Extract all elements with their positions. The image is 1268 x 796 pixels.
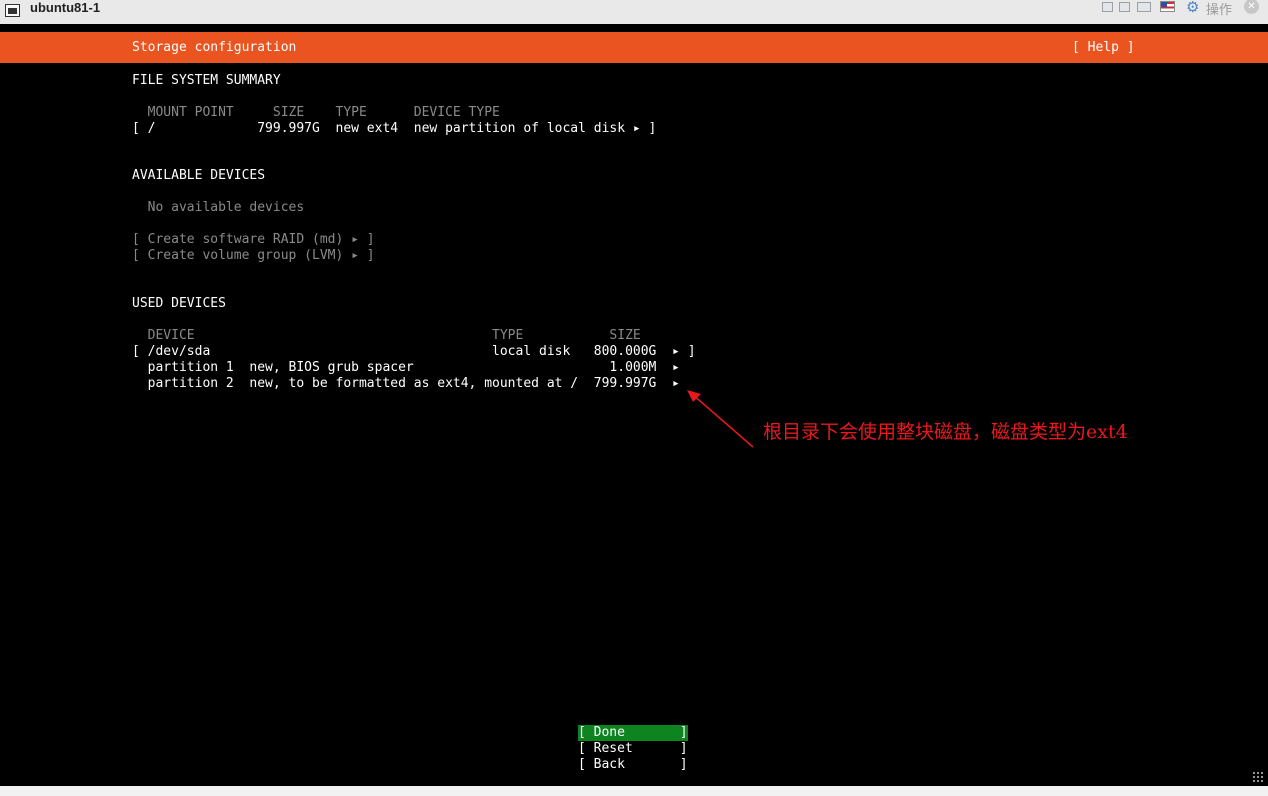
restore-icon[interactable] <box>1119 2 1130 12</box>
reset-button[interactable]: [ Reset ] <box>578 741 688 757</box>
create-lvm-button[interactable]: [ Create volume group (LVM) ▸ ] <box>132 248 375 264</box>
window-title: ubuntu81-1 <box>30 0 101 15</box>
maximize-icon[interactable] <box>1137 2 1151 12</box>
header-bar: Storage configuration [ Help ] <box>0 32 1268 63</box>
action-menu[interactable]: 操作 <box>1206 0 1232 18</box>
close-icon[interactable]: ✕ <box>1244 0 1259 14</box>
gear-icon[interactable]: ⚙ <box>1186 0 1199 16</box>
resize-grip-icon[interactable] <box>1252 771 1264 783</box>
fs-summary-columns: MOUNT POINT SIZE TYPE DEVICE TYPE <box>132 105 500 120</box>
installer-screen: Storage configuration [ Help ] FILE SYST… <box>0 24 1268 786</box>
done-button[interactable]: [ Done ] <box>578 725 688 741</box>
page-title: Storage configuration <box>132 40 297 55</box>
minimize-icon[interactable] <box>1102 2 1113 12</box>
flag-icon[interactable] <box>1160 1 1175 12</box>
create-raid-button[interactable]: [ Create software RAID (md) ▸ ] <box>132 232 375 248</box>
available-devices-heading: AVAILABLE DEVICES <box>132 168 266 183</box>
status-bar <box>0 786 1268 796</box>
fs-summary-heading: FILE SYSTEM SUMMARY <box>132 73 281 88</box>
partition-row-1[interactable]: partition 1 new, BIOS grub spacer 1.000M… <box>132 360 680 376</box>
fs-summary-row-root[interactable]: [ / 799.997G new ext4 new partition of l… <box>132 121 656 137</box>
used-devices-columns: DEVICE TYPE SIZE <box>132 328 641 343</box>
terminal-icon <box>5 4 20 17</box>
help-button[interactable]: [ Help ] <box>1072 40 1135 56</box>
no-available-devices: No available devices <box>132 200 305 215</box>
used-devices-heading: USED DEVICES <box>132 296 226 311</box>
device-row-sda[interactable]: [ /dev/sda local disk 800.000G ▸ ] <box>132 344 696 360</box>
annotation-text: 根目录下会使用整块磁盘，磁盘类型为ext4 <box>763 421 1128 443</box>
annotation-arrow <box>687 390 754 448</box>
window-title-bar: ubuntu81-1 ⚙ 操作 ✕ <box>0 0 1268 25</box>
back-button[interactable]: [ Back ] <box>578 757 688 773</box>
partition-row-2[interactable]: partition 2 new, to be formatted as ext4… <box>132 376 680 392</box>
